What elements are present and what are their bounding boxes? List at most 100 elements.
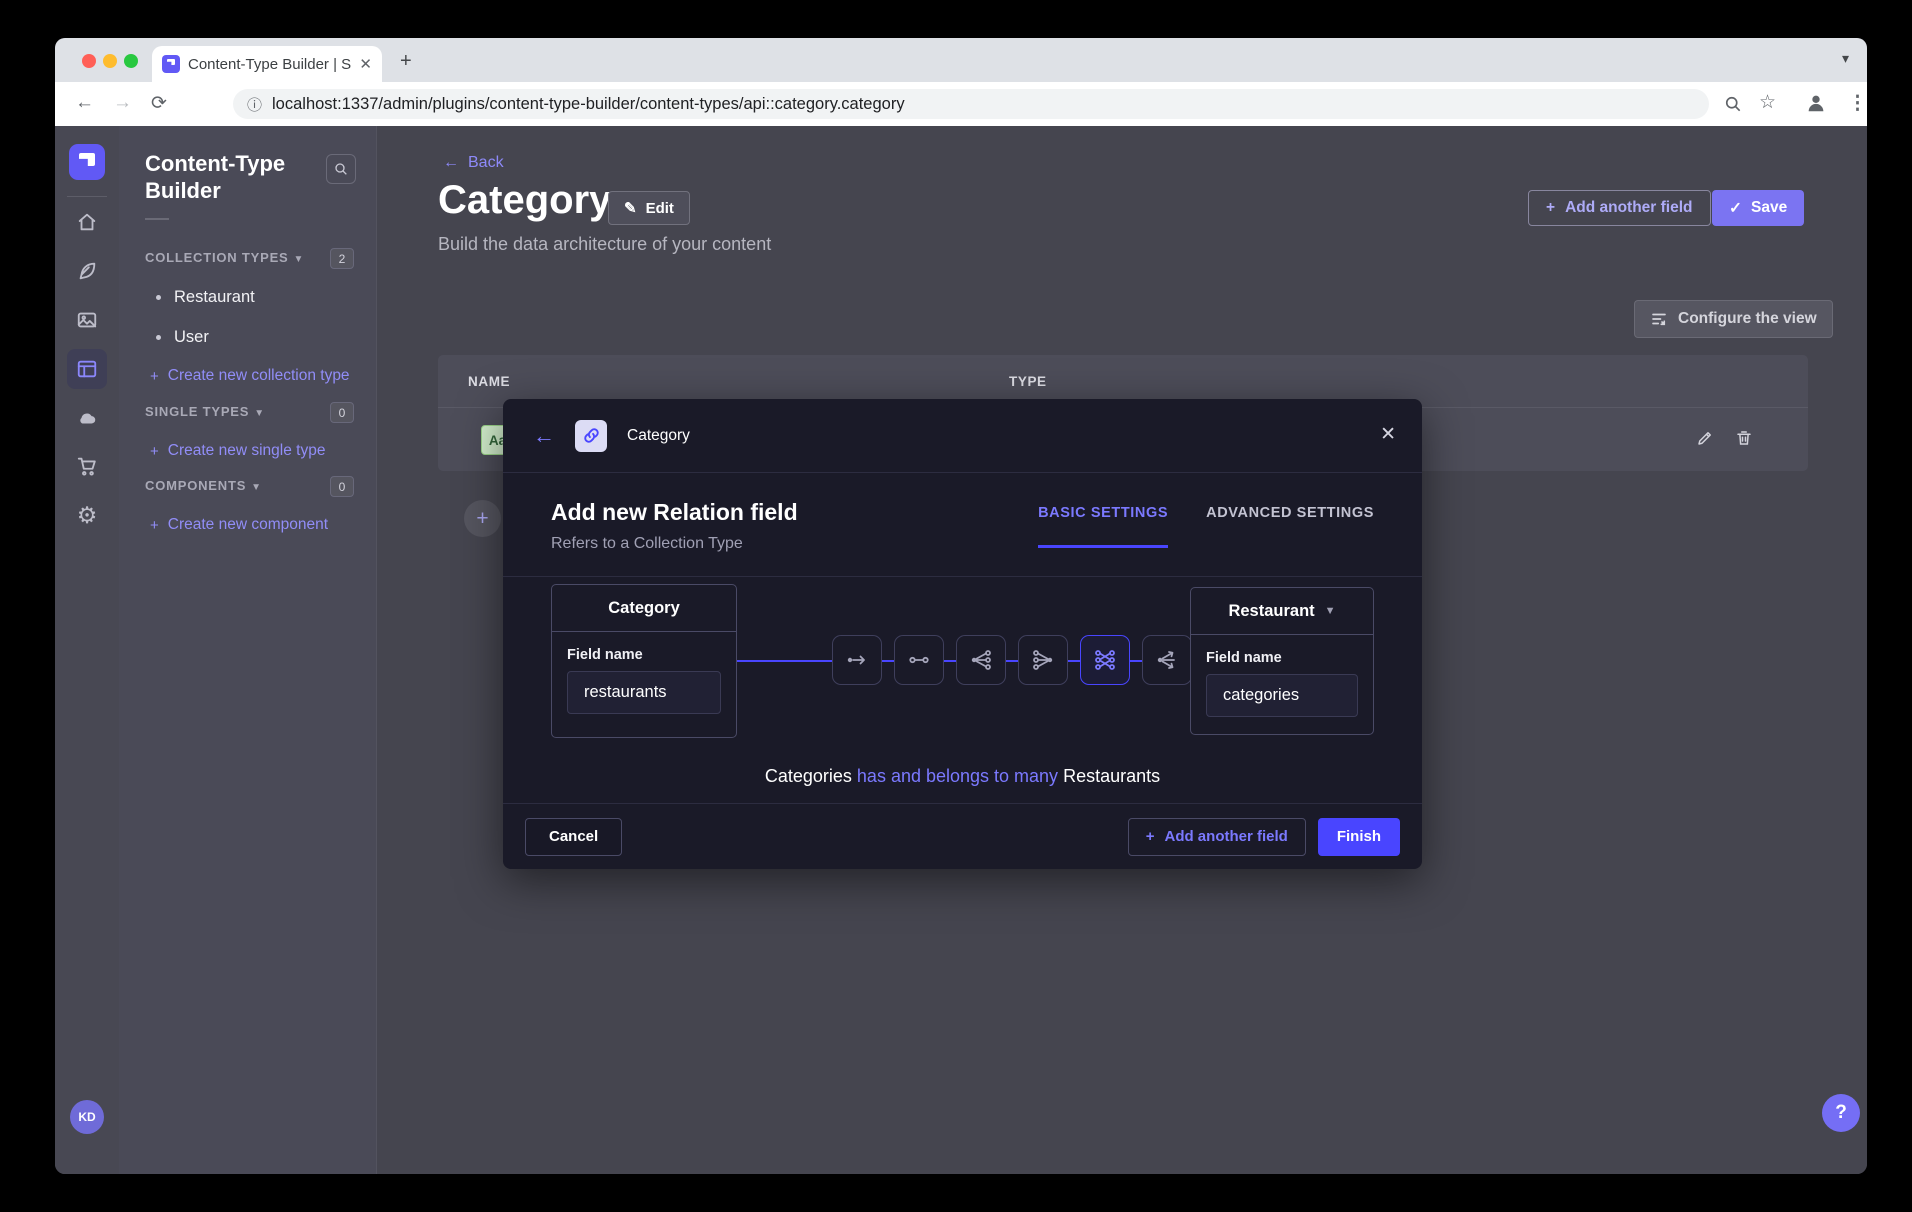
browser-window: Content-Type Builder | Strapi ✕ + ▾ ← → … [55, 38, 1867, 1174]
create-collection-type-link[interactable]: + Create new collection type [150, 367, 350, 385]
link-label: Create new single type [168, 442, 326, 460]
reload-icon[interactable]: ⟳ [151, 92, 167, 115]
modal-breadcrumb: Category [627, 427, 690, 445]
plus-icon: + [150, 368, 159, 385]
button-label: Add another field [1565, 199, 1692, 217]
main-nav-rail: ⚙ KD [55, 126, 119, 1174]
create-component-link[interactable]: + Create new component [150, 516, 328, 534]
components-count-badge: 0 [330, 476, 354, 497]
add-another-field-button[interactable]: + Add another field [1528, 190, 1711, 226]
modal-body: Add new Relation field Refers to a Colle… [503, 473, 1422, 787]
zoom-icon[interactable] [1723, 94, 1743, 114]
search-icon [333, 161, 349, 177]
browser-tab[interactable]: Content-Type Builder | Strapi ✕ [152, 46, 382, 82]
profile-avatar-icon[interactable] [1805, 92, 1827, 114]
cancel-button[interactable]: Cancel [525, 818, 622, 856]
marketplace-cart-icon[interactable] [67, 446, 107, 486]
plus-icon: + [150, 517, 159, 534]
sidebar-item-user[interactable]: User [156, 328, 209, 347]
strapi-favicon-icon [162, 55, 180, 73]
settings-gear-icon[interactable]: ⚙ [67, 495, 107, 535]
source-type-name: Category [552, 585, 736, 632]
modal-title: Add new Relation field [551, 499, 798, 526]
create-single-type-link[interactable]: + Create new single type [150, 442, 325, 460]
rail-divider [67, 196, 107, 197]
close-window-button[interactable] [82, 54, 96, 68]
strapi-logo-icon[interactable] [69, 144, 105, 180]
add-relation-modal: ← Category ✕ Add new Relation field [503, 399, 1422, 869]
field-name-label: Field name [567, 647, 721, 663]
delete-row-trash-icon[interactable] [1735, 429, 1753, 452]
pencil-icon: ✎ [624, 199, 637, 217]
target-field-name-input[interactable] [1206, 674, 1358, 717]
bullet-icon [156, 295, 161, 300]
relation-many-to-one-button[interactable] [1018, 635, 1068, 685]
configure-list-icon [1650, 310, 1668, 328]
finish-label: Finish [1337, 828, 1381, 845]
check-icon: ✓ [1729, 199, 1742, 218]
browser-toolbar: ← → ⟳ ⓘ localhost:1337/admin/plugins/con… [55, 82, 1867, 126]
new-tab-button[interactable]: + [400, 50, 412, 73]
save-label: Save [1751, 199, 1787, 217]
relation-many-to-many-button[interactable] [1080, 635, 1130, 685]
relation-link-icon [582, 426, 601, 445]
help-button[interactable]: ? [1822, 1094, 1860, 1132]
strapi-admin-app: ⚙ KD Content-Type Builder COLLECTION TYP… [55, 126, 1867, 1174]
target-type-name: Restaurant [1228, 602, 1314, 621]
modal-add-another-field-button[interactable]: + Add another field [1128, 818, 1306, 856]
edit-row-pencil-icon[interactable] [1696, 429, 1714, 452]
modal-subtitle: Refers to a Collection Type [551, 535, 798, 553]
section-label: SINGLE TYPES [145, 404, 249, 419]
relation-chip [575, 420, 607, 452]
forward-nav-icon[interactable]: → [113, 92, 132, 114]
chevron-down-icon: ▼ [251, 482, 262, 493]
content-type-builder-nav-icon[interactable] [67, 349, 107, 389]
relation-one-way-button[interactable] [832, 635, 882, 685]
back-arrow-icon: ← [443, 154, 459, 172]
section-single-types[interactable]: SINGLE TYPES▼ [145, 404, 265, 419]
source-type-box: Category Field name [551, 584, 737, 738]
modal-footer: Cancel + Add another field Finish [503, 803, 1422, 869]
relation-one-to-many-button[interactable] [956, 635, 1006, 685]
url-bar[interactable]: ⓘ localhost:1337/admin/plugins/content-t… [233, 89, 1709, 119]
sidebar-item-restaurant[interactable]: Restaurant [156, 288, 255, 307]
bookmark-star-icon[interactable]: ☆ [1759, 91, 1776, 114]
user-avatar[interactable]: KD [70, 1100, 104, 1134]
site-info-icon[interactable]: ⓘ [247, 94, 262, 115]
search-button[interactable] [326, 154, 356, 184]
content-manager-feather-icon[interactable] [67, 251, 107, 291]
panel-title-divider [145, 218, 169, 220]
cloud-deploy-icon[interactable] [67, 398, 107, 438]
page-title: Category [438, 178, 611, 223]
modal-header: ← Category ✕ [503, 399, 1422, 473]
relation-many-way-button[interactable] [1142, 635, 1192, 685]
section-collection-types[interactable]: COLLECTION TYPES▼ [145, 250, 304, 265]
tab-advanced-settings[interactable]: ADVANCED SETTINGS [1206, 505, 1374, 548]
edit-button[interactable]: ✎ Edit [608, 191, 690, 225]
add-field-circle-button[interactable]: + [464, 500, 501, 537]
tab-basic-settings[interactable]: BASIC SETTINGS [1038, 505, 1168, 548]
minimize-window-button[interactable] [103, 54, 117, 68]
back-nav-icon[interactable]: ← [75, 92, 94, 114]
home-nav-icon[interactable] [67, 202, 107, 242]
panel-title: Content-Type Builder [145, 150, 295, 204]
configure-view-button[interactable]: Configure the view [1634, 300, 1833, 338]
chevron-down-icon: ▼ [1325, 605, 1336, 617]
tab-title: Content-Type Builder | Strapi [188, 56, 351, 73]
source-field-name-input[interactable] [567, 671, 721, 714]
section-components[interactable]: COMPONENTS▼ [145, 478, 262, 493]
modal-back-arrow-icon[interactable]: ← [533, 423, 555, 449]
target-type-select[interactable]: Restaurant ▼ [1191, 588, 1373, 635]
relation-one-to-one-button[interactable] [894, 635, 944, 685]
finish-button[interactable]: Finish [1318, 818, 1400, 856]
media-library-icon[interactable] [67, 300, 107, 340]
back-link[interactable]: ← Back [443, 154, 504, 172]
sentence-target: Restaurants [1063, 766, 1160, 786]
item-label: Restaurant [174, 288, 255, 307]
tab-close-icon[interactable]: ✕ [359, 55, 372, 73]
close-icon[interactable]: ✕ [1380, 423, 1396, 446]
maximize-window-button[interactable] [124, 54, 138, 68]
tab-search-chevron-icon[interactable]: ▾ [1842, 50, 1849, 67]
save-button[interactable]: ✓ Save [1712, 190, 1804, 226]
browser-menu-icon[interactable]: ⋮ [1848, 92, 1867, 115]
